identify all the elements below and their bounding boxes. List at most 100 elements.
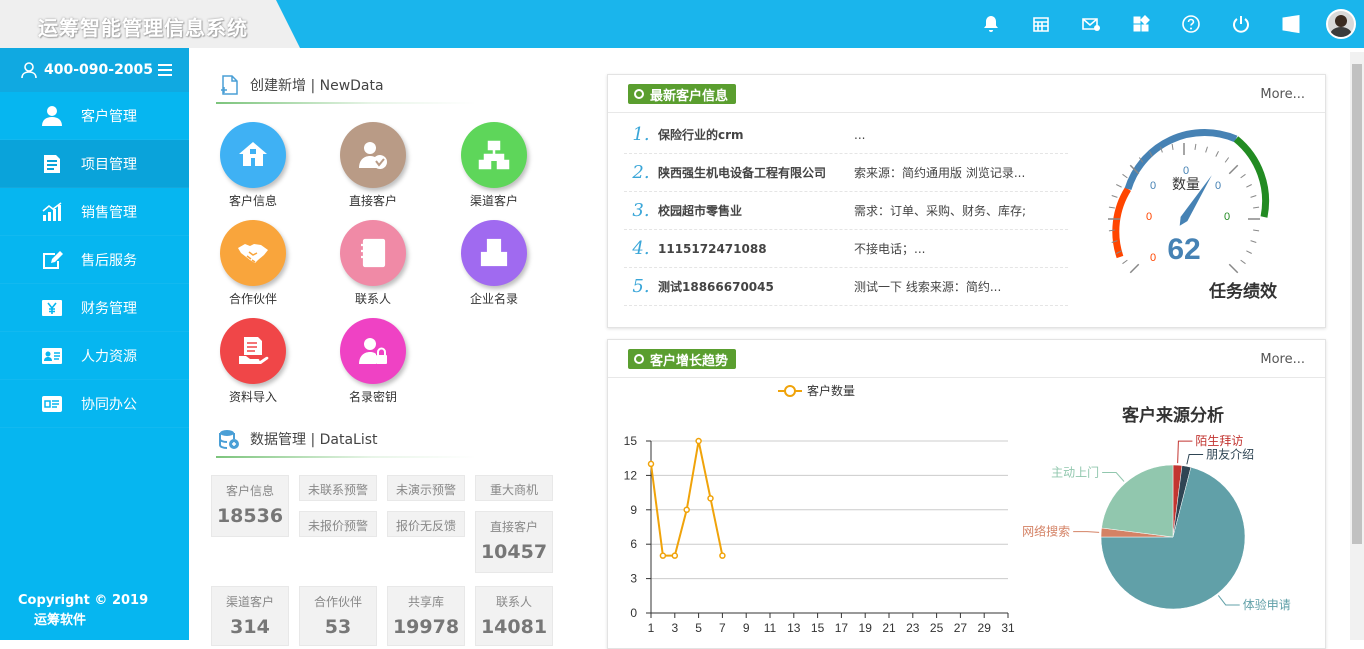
scrollbar-thumb[interactable] xyxy=(1352,64,1362,544)
sidebar-item-finance[interactable]: 财务管理 xyxy=(0,284,189,332)
stat-nodemo-alert[interactable]: 未演示预警 xyxy=(387,475,465,501)
stat-contacts[interactable]: 联系人 14081 xyxy=(475,586,553,646)
gauge-tick xyxy=(1240,259,1246,265)
stat-uncontacted-alert[interactable]: 未联系预警 xyxy=(299,475,377,501)
gauge-tick xyxy=(1253,229,1260,232)
data-point[interactable] xyxy=(707,495,714,502)
stat-customer-info[interactable]: 客户信息 18536 xyxy=(211,475,289,537)
stat-quote-no-feedback[interactable]: 报价无反馈 xyxy=(387,511,465,537)
circle-icon xyxy=(634,89,644,99)
mail-icon[interactable] xyxy=(1066,0,1116,48)
stat-direct-customer[interactable]: 直接客户 10457 xyxy=(475,511,553,573)
help-icon[interactable] xyxy=(1166,0,1216,48)
chart-series xyxy=(647,437,726,559)
stat-major-opportunity[interactable]: 重大商机 xyxy=(475,475,553,501)
copyright: Copyright © 2019 xyxy=(18,593,149,608)
more-link[interactable]: More... xyxy=(1260,352,1305,367)
stat-value: 314 xyxy=(230,616,270,638)
windows-icon[interactable] xyxy=(1266,0,1316,48)
gauge-tick xyxy=(1240,173,1246,179)
customer-trend-panel: 客户增长趋势 More... 客户数量 0 3 6 9 12 15 1 3 5 7 9 11 13 15 1… xyxy=(607,339,1326,649)
gauge-tick xyxy=(1215,151,1219,157)
more-link[interactable]: More... xyxy=(1260,87,1305,102)
home-icon xyxy=(220,122,286,188)
sidebar-item-sales[interactable]: 销售管理 xyxy=(0,188,189,236)
app-directory-key[interactable]: 名录密钥 xyxy=(313,318,433,405)
stat-shared-pool[interactable]: 共享库 19978 xyxy=(387,586,465,646)
app-logo[interactable]: 运筹智能管理信息系统 xyxy=(0,0,300,48)
stat-partner[interactable]: 合作伙伴 53 xyxy=(299,586,377,646)
app-direct-customer[interactable]: 直接客户 xyxy=(313,122,433,209)
avatar[interactable] xyxy=(1326,9,1356,39)
gauge-tick xyxy=(1122,173,1128,179)
list-item[interactable]: 4. 1115172471088 不接电话；... xyxy=(624,230,1068,268)
page-scrollbar[interactable] xyxy=(1350,52,1364,640)
gauge-tick xyxy=(1246,184,1252,188)
gauge-tick xyxy=(1253,206,1260,209)
sidebar-item-hr[interactable]: 人力资源 xyxy=(0,332,189,380)
app-label: 企业名录 xyxy=(469,292,518,306)
list-item[interactable]: 2. 陕西强生机电设备工程有限公司 索来源：简约通用版 浏览记录... xyxy=(624,154,1068,192)
app-partner[interactable]: 合作伙伴 xyxy=(193,220,313,307)
apps-icon[interactable] xyxy=(1116,0,1166,48)
new-file-icon xyxy=(221,75,238,95)
stat-value: 18536 xyxy=(216,505,284,527)
sitemap-icon xyxy=(461,122,527,188)
pie-slices: 陌生拜访朋友介绍体验申请 网络搜索 主动上门 xyxy=(1022,434,1291,612)
data-point[interactable] xyxy=(719,552,726,559)
app-enterprise-directory[interactable]: 企业名录 xyxy=(434,220,554,307)
menu-toggle-icon[interactable] xyxy=(158,64,172,76)
app-channel-customer[interactable]: 渠道客户 xyxy=(434,122,554,209)
top-toolbar xyxy=(966,0,1364,48)
x-tick-label: 31 xyxy=(1001,621,1015,635)
data-point[interactable] xyxy=(671,552,679,559)
panel-title: 客户增长趋势 xyxy=(650,353,729,369)
gauge-tick xyxy=(1171,143,1174,150)
list-item[interactable]: 1. 保险行业的crm... xyxy=(624,116,1068,154)
bell-icon[interactable] xyxy=(966,0,1016,48)
app-data-import[interactable]: 资料导入 xyxy=(193,318,313,405)
gauge-tick-label: 0 xyxy=(1215,180,1221,192)
data-point[interactable] xyxy=(695,437,702,445)
stat-label: 渠道客户 xyxy=(225,595,274,609)
x-tick-label: 21 xyxy=(882,621,896,635)
data-point[interactable] xyxy=(659,552,667,559)
customer-source-pie-chart: 客户来源分析 陌生拜访朋友介绍体验申请 网络搜索 主动上门 xyxy=(1022,405,1291,612)
chart-legend[interactable]: 客户数量 xyxy=(778,383,855,398)
sidebar-item-customer[interactable]: 客户管理 xyxy=(0,92,189,140)
gauge-tick-label: 0 xyxy=(1150,252,1156,264)
datalist-title: 数据管理 | DataList xyxy=(250,432,378,448)
list-item[interactable]: 5. 测试18866670045 测试一下 线索来源：简约... xyxy=(624,268,1068,306)
sidebar-item-aftersales[interactable]: 售后服务 xyxy=(0,236,189,284)
gauge-tick xyxy=(1250,240,1257,243)
stat-channel-customer[interactable]: 渠道客户 314 xyxy=(211,586,289,646)
stat-unquoted-alert[interactable]: 未报价预警 xyxy=(299,511,377,537)
pie-title: 客户来源分析 xyxy=(1121,405,1224,425)
y-tick-label: 6 xyxy=(630,537,637,551)
sidebar-item-label: 销售管理 xyxy=(81,204,137,221)
pie-slice[interactable] xyxy=(1101,464,1174,538)
pie-label-line xyxy=(1177,440,1193,464)
phone-line: 400-090-2005 xyxy=(0,48,189,92)
app-contacts[interactable]: 联系人 xyxy=(313,220,433,307)
power-icon[interactable] xyxy=(1216,0,1266,48)
list-item[interactable]: 3. 校园超市零售业 需求：订单、采购、财务、库存; xyxy=(624,192,1068,230)
database-icon xyxy=(219,430,239,449)
customer-desc: 不接电话；... xyxy=(854,242,926,256)
sidebar-item-project[interactable]: 项目管理 xyxy=(0,140,189,188)
data-point[interactable] xyxy=(683,506,690,514)
x-tick-label: 15 xyxy=(811,621,825,635)
customer-desc: 需求：订单、采购、财务、库存; xyxy=(854,204,1027,218)
pie-label-line xyxy=(1073,531,1100,533)
customer-name: 测试18866670045 xyxy=(658,280,774,294)
x-tick-label: 19 xyxy=(859,621,873,635)
calendar-icon[interactable] xyxy=(1016,0,1066,48)
app-customer-info[interactable]: 客户信息 xyxy=(193,122,313,209)
y-tick-label: 0 xyxy=(630,606,637,620)
newdata-header: 创建新增 | NewData xyxy=(218,74,384,96)
data-point[interactable] xyxy=(647,460,655,468)
datalist-header: 数据管理 | DataList xyxy=(218,428,378,450)
gauge-tick xyxy=(1250,195,1257,198)
stat-label: 直接客户 xyxy=(489,520,538,534)
sidebar-item-office[interactable]: 协同办公 xyxy=(0,380,189,428)
